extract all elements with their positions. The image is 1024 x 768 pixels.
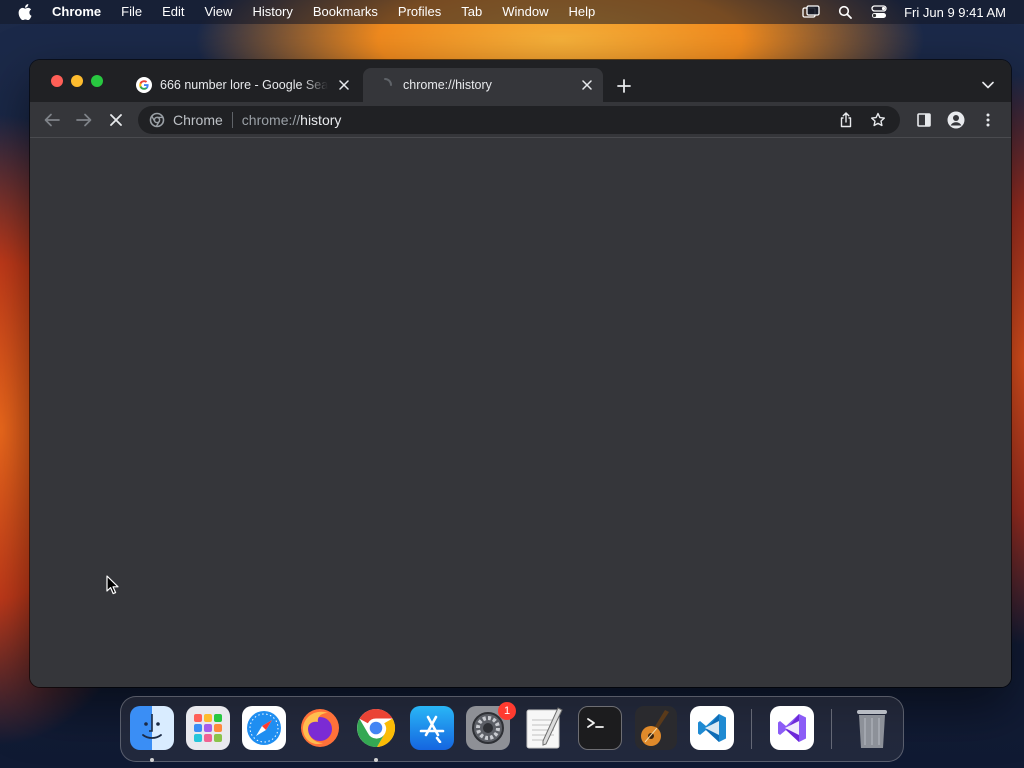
app-store-icon[interactable] <box>410 706 454 750</box>
launchpad-icon[interactable] <box>186 706 230 750</box>
more-menu-icon[interactable] <box>978 110 998 130</box>
menu-view[interactable]: View <box>204 0 232 24</box>
chrome-window: 666 number lore - Google Search chrome:/… <box>30 60 1011 687</box>
menu-bar: Chrome File Edit View History Bookmarks … <box>0 0 1024 24</box>
chrome-icon[interactable] <box>354 706 398 750</box>
menu-tab[interactable]: Tab <box>461 0 482 24</box>
tab-title: 666 number lore - Google Search <box>160 78 328 92</box>
omnibox-divider <box>231 112 233 128</box>
menu-app-chrome[interactable]: Chrome <box>52 0 101 24</box>
browser-toolbar: Chrome chrome://history <box>30 102 1011 138</box>
close-tab-icon[interactable] <box>336 77 352 93</box>
close-tab-icon[interactable] <box>579 77 595 93</box>
loading-spinner-icon <box>377 77 393 93</box>
side-panel-icon[interactable] <box>914 110 934 130</box>
chrome-running-indicator <box>374 758 378 762</box>
firefox-icon[interactable] <box>298 706 342 750</box>
new-tab-button[interactable] <box>614 76 634 96</box>
bookmark-star-icon[interactable] <box>868 110 888 130</box>
stop-loading-icon[interactable] <box>106 110 126 130</box>
control-center-icon[interactable] <box>870 4 888 20</box>
screen-mirroring-icon[interactable] <box>802 4 820 20</box>
dock-separator <box>751 709 752 749</box>
menu-window[interactable]: Window <box>502 0 548 24</box>
visual-studio-icon[interactable] <box>770 706 814 750</box>
share-icon[interactable] <box>836 110 856 130</box>
chrome-page-icon[interactable] <box>149 112 165 128</box>
safari-icon[interactable] <box>242 706 286 750</box>
mouse-cursor-icon <box>106 575 119 595</box>
tab-strip: 666 number lore - Google Search chrome:/… <box>30 60 1011 102</box>
menu-history[interactable]: History <box>252 0 292 24</box>
dock-separator <box>831 709 832 749</box>
dock: 1 <box>120 696 904 762</box>
vscode-icon[interactable] <box>690 706 734 750</box>
chevron-down-icon[interactable] <box>979 76 997 94</box>
page-content-area[interactable] <box>30 139 1011 687</box>
address-bar[interactable]: Chrome chrome://history <box>138 106 900 134</box>
notification-badge: 1 <box>498 702 516 720</box>
maximize-window-button[interactable] <box>91 75 103 87</box>
finder-icon[interactable] <box>130 706 174 750</box>
close-window-button[interactable] <box>51 75 63 87</box>
window-controls <box>51 75 103 87</box>
apple-logo-icon[interactable] <box>18 3 36 21</box>
tab-history[interactable]: chrome://history <box>363 68 603 102</box>
forward-arrow-icon[interactable] <box>74 110 94 130</box>
menu-profiles[interactable]: Profiles <box>398 0 441 24</box>
back-arrow-icon[interactable] <box>42 110 62 130</box>
profile-avatar-icon[interactable] <box>946 110 966 130</box>
trash-icon[interactable] <box>850 706 894 750</box>
minimize-window-button[interactable] <box>71 75 83 87</box>
terminal-icon[interactable] <box>578 706 622 750</box>
menu-bookmarks[interactable]: Bookmarks <box>313 0 378 24</box>
url-scheme: chrome:// <box>241 112 301 128</box>
menu-edit[interactable]: Edit <box>162 0 184 24</box>
garageband-icon[interactable] <box>634 706 678 750</box>
tab-google-search[interactable]: 666 number lore - Google Search <box>126 68 360 102</box>
menu-bar-clock[interactable]: Fri Jun 9 9:41 AM <box>904 5 1006 20</box>
url-host: history <box>300 112 342 128</box>
chrome-chip-label[interactable]: Chrome <box>173 112 223 128</box>
search-icon[interactable] <box>836 4 854 20</box>
omnibox-actions <box>836 106 900 134</box>
finder-running-indicator <box>150 758 154 762</box>
menu-file[interactable]: File <box>121 0 142 24</box>
tab-title: chrome://history <box>403 78 492 92</box>
google-icon <box>136 77 152 93</box>
textedit-icon[interactable] <box>522 706 566 750</box>
menu-bar-status-area: Fri Jun 9 9:41 AM <box>802 4 1024 20</box>
menu-help[interactable]: Help <box>569 0 596 24</box>
